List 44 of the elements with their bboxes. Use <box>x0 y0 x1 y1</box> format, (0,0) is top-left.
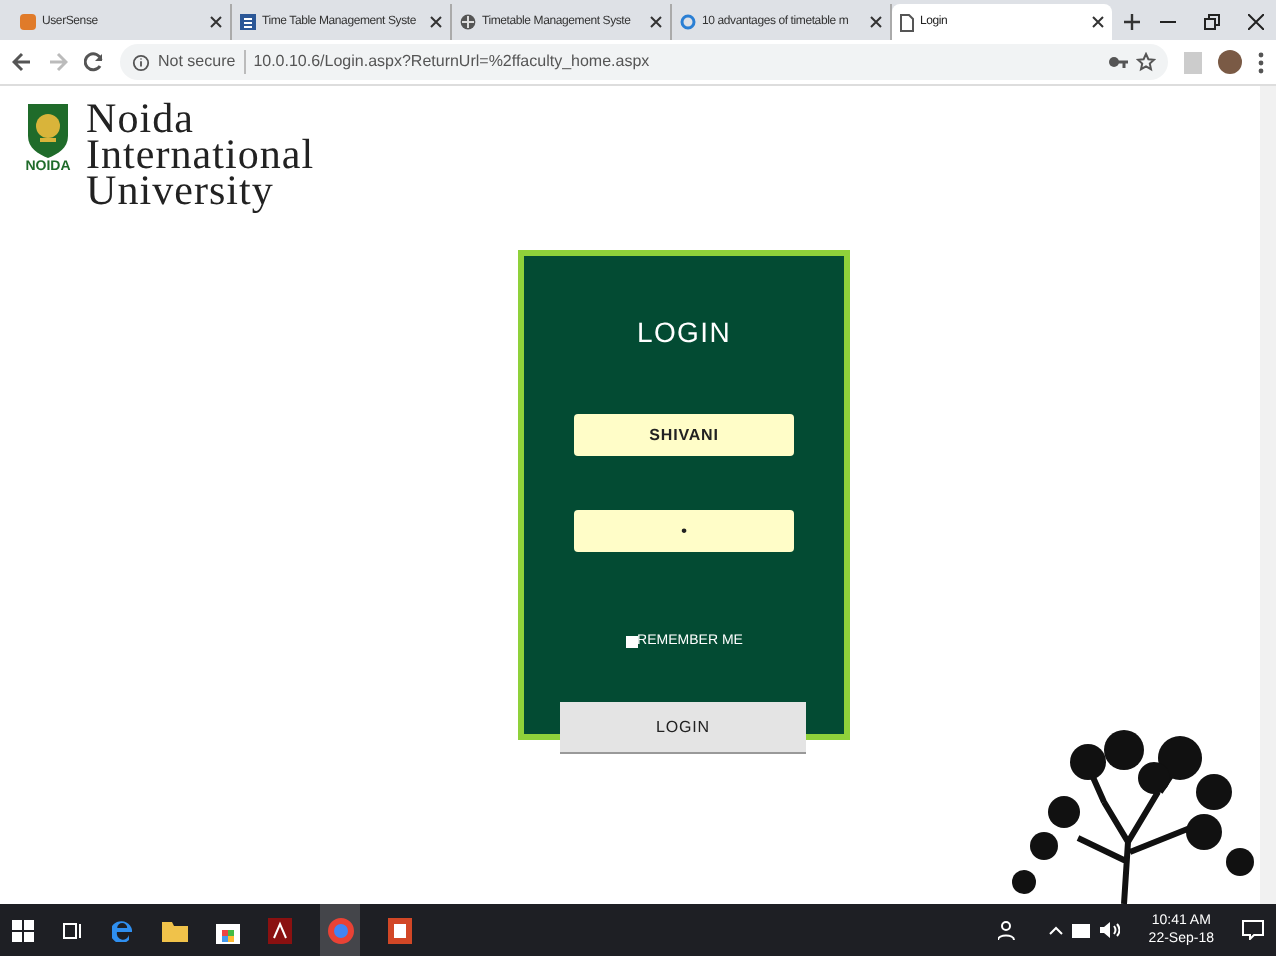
remember-checkbox[interactable] <box>625 636 638 649</box>
globe-icon <box>460 14 476 30</box>
task-view-icon[interactable] <box>62 919 84 941</box>
security-label: Not secure <box>158 50 246 74</box>
scrollbar[interactable] <box>1260 86 1276 904</box>
star-icon[interactable] <box>1136 52 1156 72</box>
university-name-line: International <box>86 136 315 172</box>
password-field[interactable]: • <box>574 510 794 552</box>
battery-icon[interactable] <box>1072 923 1093 937</box>
address-field[interactable]: Not secure 10.0.10.6/Login.aspx?ReturnUrl=%2ffaculty_home.aspx <box>120 44 1168 80</box>
folder-icon[interactable] <box>162 919 188 941</box>
close-tab-icon[interactable] <box>430 16 442 28</box>
login-title: LOGIN <box>636 314 732 352</box>
close-tab-icon[interactable] <box>870 16 882 28</box>
close-icon[interactable] <box>1248 14 1264 30</box>
document-icon <box>240 14 256 30</box>
circle-icon <box>680 14 696 30</box>
close-tab-icon[interactable] <box>1092 16 1104 28</box>
page-icon <box>900 13 914 31</box>
pdf-icon[interactable] <box>268 917 292 943</box>
people-icon[interactable] <box>998 920 1021 940</box>
reload-icon[interactable] <box>84 52 104 72</box>
square-icon <box>20 14 36 30</box>
university-name-line: Noida <box>86 100 194 136</box>
crest-icon <box>24 100 72 160</box>
presentation-icon[interactable] <box>388 917 412 943</box>
chevron-up-icon[interactable] <box>1048 925 1065 935</box>
info-icon <box>132 53 150 71</box>
university-name-line: University <box>86 172 274 208</box>
minimize-icon[interactable] <box>1160 20 1176 24</box>
new-tab-icon[interactable] <box>1124 14 1140 30</box>
back-icon[interactable] <box>12 52 32 72</box>
windows-start-icon[interactable] <box>12 919 34 941</box>
menu-icon[interactable] <box>1258 51 1264 73</box>
username-field[interactable]: SHIVANI <box>574 414 794 456</box>
key-icon[interactable] <box>1108 54 1128 70</box>
avatar-icon[interactable] <box>1218 50 1242 74</box>
restore-icon[interactable] <box>1204 14 1220 30</box>
close-tab-icon[interactable] <box>210 16 222 28</box>
speaker-icon[interactable] <box>1100 922 1121 938</box>
login-button[interactable]: LOGIN <box>560 702 806 754</box>
url-text: 10.0.10.6/Login.aspx?ReturnUrl=%2ffaculty_home.aspx <box>253 50 650 74</box>
close-tab-icon[interactable] <box>650 16 662 28</box>
notification-icon[interactable] <box>1242 920 1264 940</box>
